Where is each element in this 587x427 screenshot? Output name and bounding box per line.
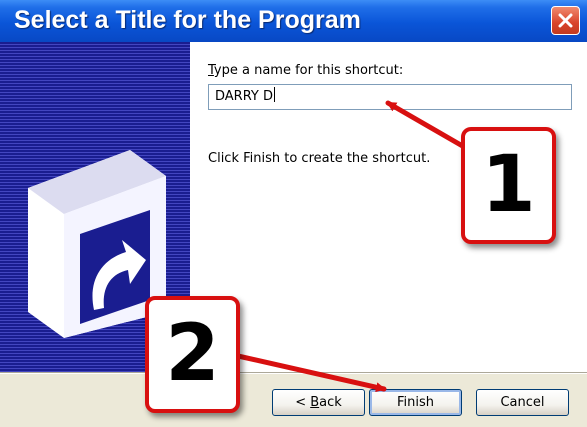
cancel-button[interactable]: Cancel [476,389,569,416]
back-label: ack [319,395,342,410]
text-caret [274,87,275,102]
title-bar[interactable]: Select a Title for the Program [0,0,587,42]
step-2-callout: 2 [145,296,240,413]
finish-button[interactable]: Finish [369,389,462,416]
finish-instruction: Click Finish to create the shortcut. [208,151,431,166]
step-1-callout: 1 [461,127,556,244]
label-text: ype a name for this shortcut: [213,63,404,78]
close-icon [558,13,573,28]
shortcut-name-value: DARRY D [215,89,273,104]
back-prefix: < [295,395,311,410]
window-title: Select a Title for the Program [14,6,361,34]
shortcut-name-label: Type a name for this shortcut: [208,63,403,78]
shortcut-name-input[interactable]: DARRY D [208,84,572,110]
back-accelerator: B [310,395,320,410]
back-button[interactable]: < Back [272,389,365,416]
button-separator [0,372,587,374]
close-button[interactable] [551,6,580,35]
